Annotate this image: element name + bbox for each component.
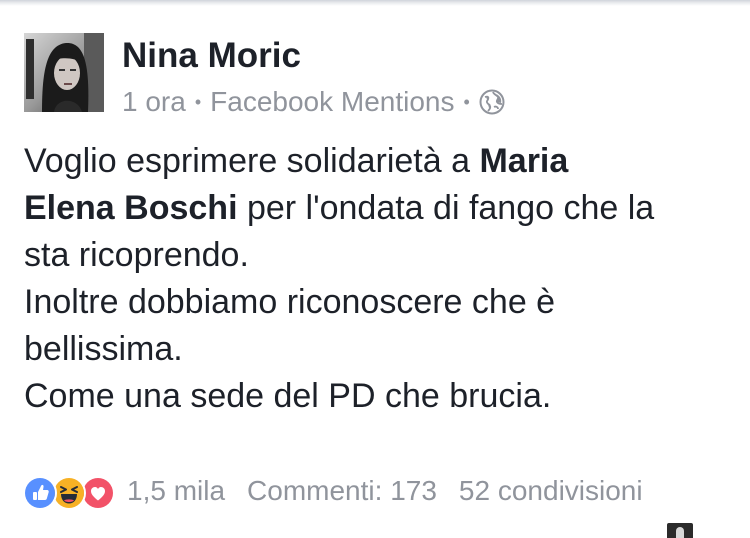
profile-thumbnail-icon (667, 523, 693, 538)
post-source[interactable]: Facebook Mentions (210, 86, 454, 118)
reaction-count[interactable]: 1,5 mila (127, 475, 225, 507)
love-icon (81, 476, 115, 510)
separator-dot: • (463, 92, 470, 112)
post-line: sta ricoprendo. (24, 236, 249, 274)
post-footer: 1,5 mila Commenti: 173 52 condivisioni (23, 472, 643, 510)
globe-icon[interactable] (479, 89, 505, 115)
tagged-name-part[interactable]: Maria (479, 142, 568, 180)
post-line: Voglio esprimere solidarietà a Maria (24, 138, 734, 185)
comments-count[interactable]: Commenti: 173 (247, 475, 437, 507)
avatar[interactable] (24, 33, 104, 112)
avatar-image (24, 33, 104, 112)
post-text: Voglio esprimere solidarietà a Maria Ele… (24, 138, 734, 420)
post-line: bellissima. (24, 330, 183, 368)
post-line: Elena Boschi per l'ondata di fango che l… (24, 185, 734, 232)
shares-count[interactable]: 52 condivisioni (459, 475, 643, 507)
post-line: Inoltre dobbiamo riconoscere che è (24, 283, 556, 321)
like-icon (23, 476, 57, 510)
post-line: Come una sede del PD che brucia. (24, 377, 552, 415)
separator-dot: • (194, 92, 202, 112)
haha-icon (52, 476, 86, 510)
reaction-icons[interactable] (23, 474, 121, 510)
author-name[interactable]: Nina Moric (122, 35, 301, 77)
text-segment: per l'ondata di fango che la (237, 189, 655, 227)
post-meta: 1 ora • Facebook Mentions • (122, 84, 505, 120)
text-segment: Voglio esprimere solidarietà a (24, 142, 480, 180)
tagged-name-part[interactable]: Elena Boschi (24, 189, 238, 227)
top-divider (0, 0, 750, 6)
post-time[interactable]: 1 ora (122, 86, 186, 118)
